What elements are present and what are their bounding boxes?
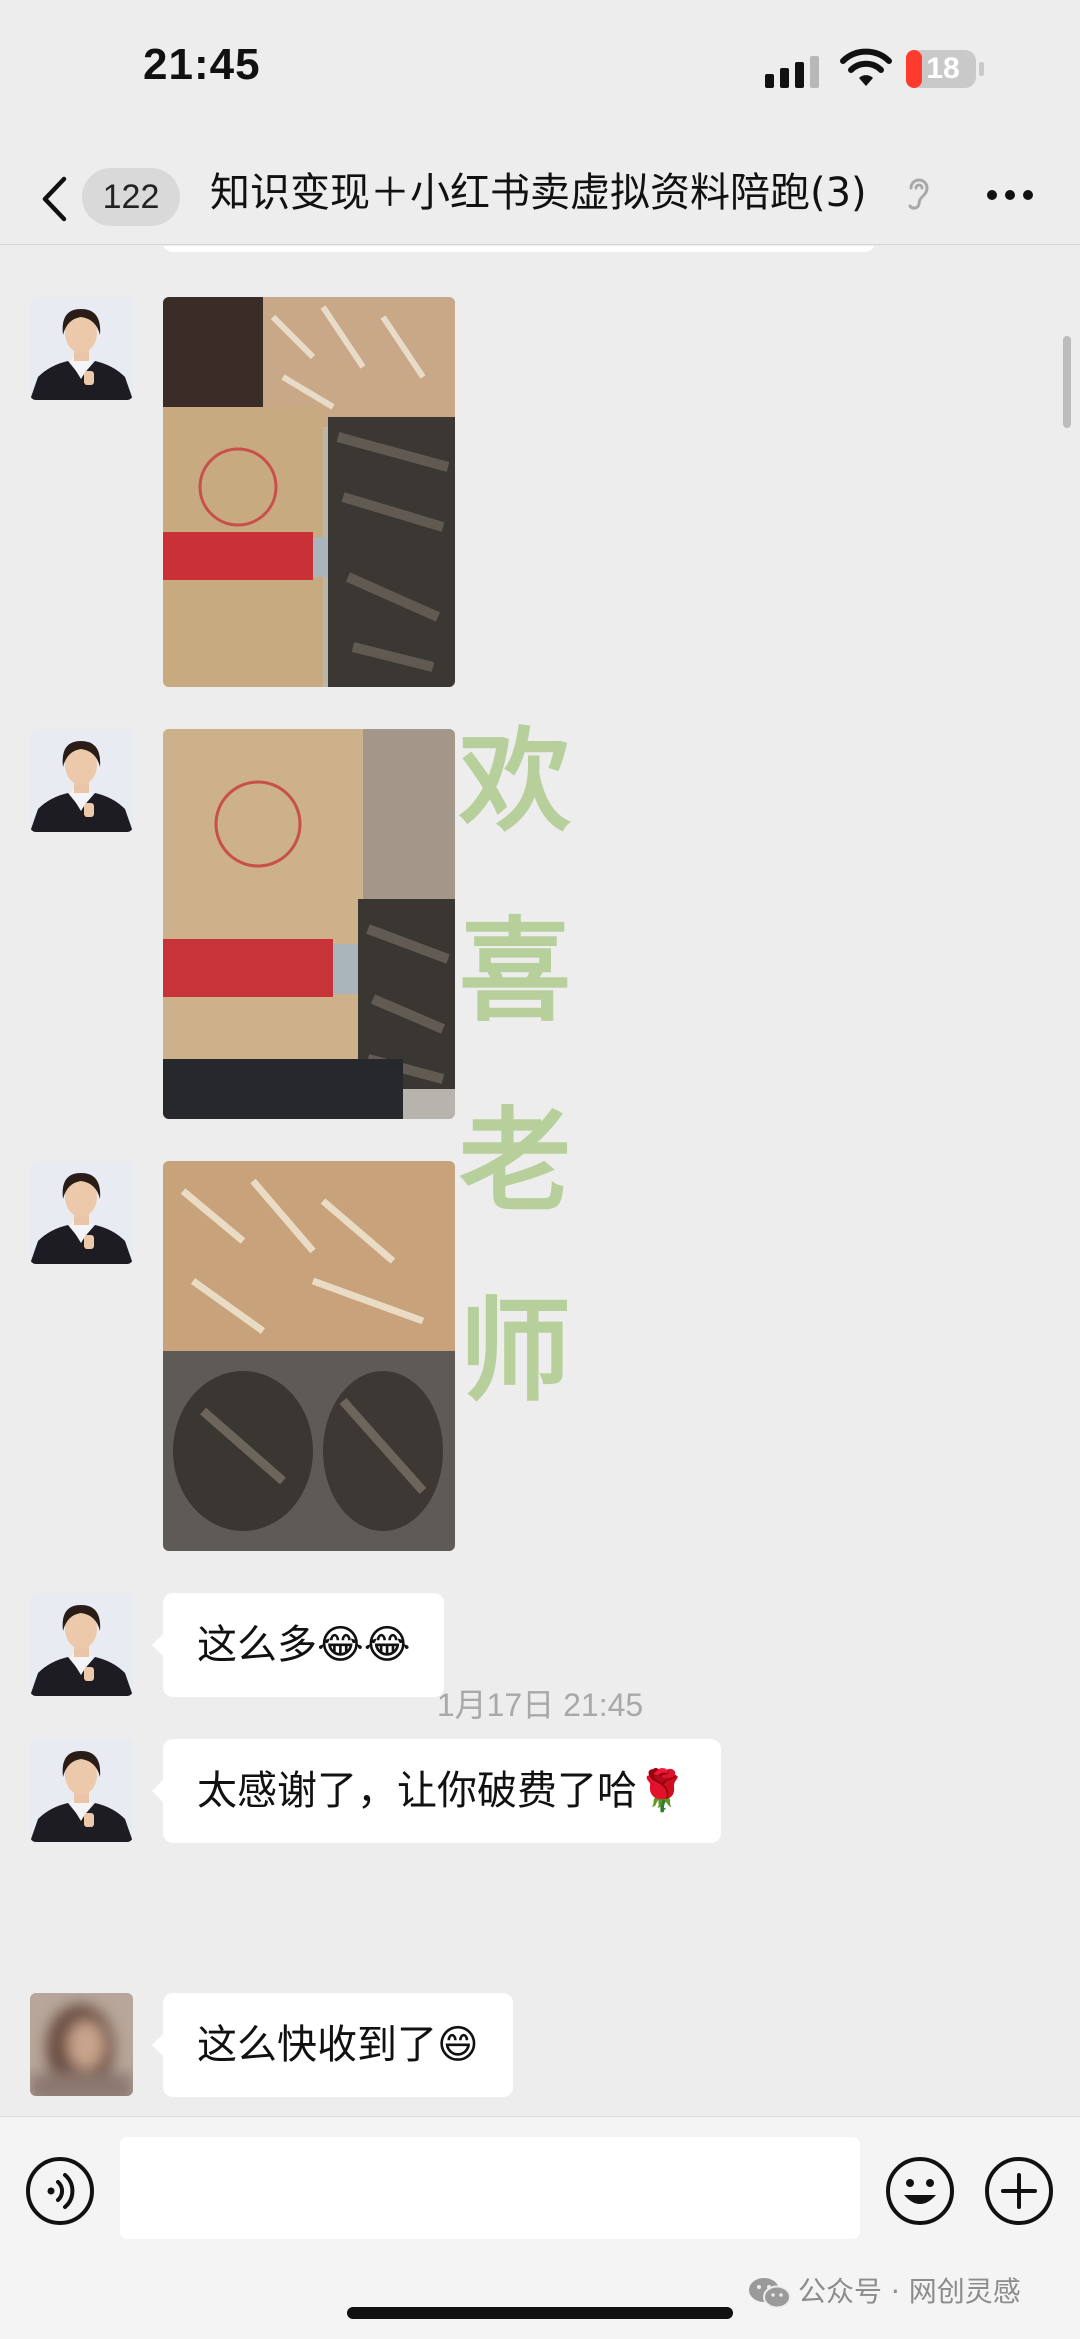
mute-ear-icon [908,178,929,210]
message-input[interactable] [120,2137,860,2239]
voice-input-icon[interactable] [24,2155,96,2227]
wifi-icon [840,48,892,86]
watermark-overlay: 欢 喜 老 师 [440,726,590,1486]
message-bubble[interactable]: 这么快收到了😄 [152,1993,513,2097]
status-time: 21:45 [143,40,261,89]
scroll-indicator[interactable] [1063,336,1071,428]
plus-icon[interactable] [983,2155,1055,2227]
source-watermark: 公众号 · 网创灵感 [748,2270,1021,2314]
chevron-left-icon [42,176,67,222]
more-dots-icon[interactable] [986,188,1034,202]
source-label: 公众号 · 网创灵感 [798,2275,1021,2308]
avatar[interactable] [30,729,133,832]
cellular-signal-icon [765,56,819,88]
avatar[interactable] [30,1739,133,1842]
watermark-char: 老 [459,1096,571,1227]
battery-level: 18 [926,52,960,85]
wechat-logo-icon [749,2278,791,2309]
chat-header: 122 知识变现＋小红书卖虚拟资料陪跑(3) [0,140,1080,245]
unread-count-badge: 122 [82,168,180,226]
avatar[interactable] [30,1161,133,1264]
watermark-char: 喜 [459,906,571,1037]
chat-message-list[interactable]: 这么多😂😂 太感谢了，让你破费了哈🌹 1月17日 21:45 这么快收到了😄 欢… [0,246,1080,2116]
emoji-icon[interactable] [884,2155,956,2227]
avatar[interactable] [30,1993,133,2096]
back-button[interactable]: 122 [30,160,180,228]
message-image[interactable] [163,297,455,687]
watermark-char: 欢 [459,716,571,847]
avatar[interactable] [30,297,133,400]
message-bubble[interactable]: 太感谢了，让你破费了哈🌹 [152,1739,721,1843]
message-image[interactable] [163,1161,455,1551]
watermark-char: 师 [459,1286,571,1417]
message-timestamp: 1月17日 21:45 [436,1687,644,1723]
home-indicator[interactable] [347,2307,733,2319]
previous-message-bubble [163,246,875,252]
status-bar: 21:45 18 [0,0,1080,140]
chat-title: 知识变现＋小红书卖虚拟资料陪跑(3) [210,170,867,216]
message-image[interactable] [163,729,455,1119]
